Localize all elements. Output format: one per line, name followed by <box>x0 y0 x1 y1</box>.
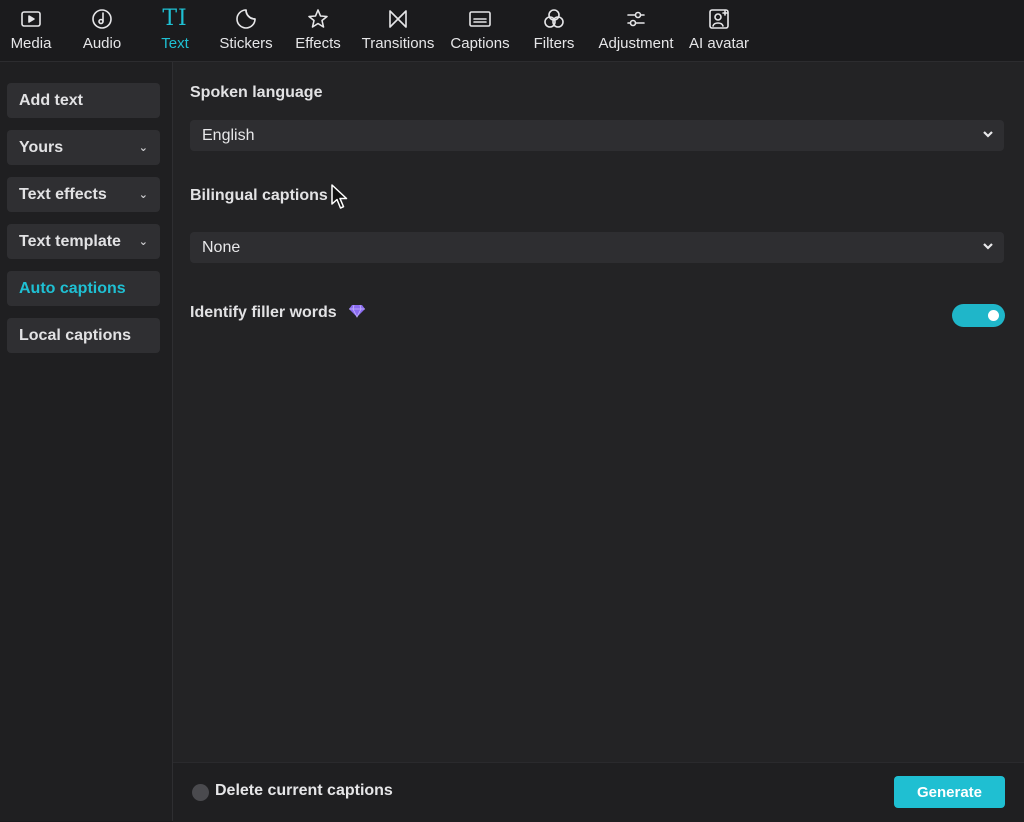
tab-label: Text <box>161 35 189 52</box>
sidebar-item-label: Yours <box>19 138 64 156</box>
sidebar-item-text-effects[interactable]: Text effects ⌄ <box>7 177 160 212</box>
tab-label: Adjustment <box>598 35 674 52</box>
sidebar-item-label: Local captions <box>19 326 132 344</box>
tab-text[interactable]: TI Text <box>156 6 194 56</box>
tab-label: Filters <box>533 35 575 52</box>
filler-words-label: Identify filler words <box>190 304 366 322</box>
bilingual-captions-select[interactable]: None <box>190 232 1004 263</box>
chevron-down-icon: ⌄ <box>138 142 148 154</box>
captions-icon <box>467 6 493 32</box>
tab-label: Effects <box>295 35 341 52</box>
tab-effects[interactable]: Effects <box>293 6 343 56</box>
ai-avatar-icon <box>706 6 732 32</box>
sidebar-item-add-text[interactable]: Add text <box>7 83 160 118</box>
sidebar-item-label: Add text <box>19 91 83 109</box>
delete-captions-checkbox[interactable] <box>192 784 209 801</box>
tab-label: Stickers <box>219 35 273 52</box>
sidebar-item-local-captions[interactable]: Local captions <box>7 318 160 353</box>
chevron-down-icon: ⌄ <box>138 236 148 248</box>
select-value: English <box>202 126 255 144</box>
tab-label: Transitions <box>361 35 435 52</box>
sidebar-item-label: Text template <box>19 232 121 250</box>
audio-icon <box>89 6 115 32</box>
sidebar-item-label: Text effects <box>19 185 107 203</box>
adjustment-icon <box>623 6 649 32</box>
spoken-language-label: Spoken language <box>190 84 323 101</box>
transitions-icon <box>385 6 411 32</box>
tab-label: AI avatar <box>688 35 750 52</box>
tab-transitions[interactable]: Transitions <box>360 6 436 56</box>
stickers-icon <box>233 6 259 32</box>
tab-adjustment[interactable]: Adjustment <box>596 6 676 56</box>
tab-label: Captions <box>450 35 510 52</box>
tab-audio[interactable]: Audio <box>80 6 124 56</box>
text-icon: TI <box>162 6 188 31</box>
chevron-down-icon <box>982 127 994 145</box>
top-toolbar: Media Audio TI Text Stickers Effects Tra… <box>0 0 1024 62</box>
sidebar-item-auto-captions[interactable]: Auto captions <box>7 271 160 306</box>
select-value: None <box>202 238 241 256</box>
filler-words-toggle[interactable] <box>952 304 1005 327</box>
generate-button[interactable]: Generate <box>894 776 1005 808</box>
tab-captions[interactable]: Captions <box>449 6 511 56</box>
spoken-language-select[interactable]: English <box>190 120 1004 151</box>
media-icon <box>18 6 44 32</box>
chevron-down-icon <box>982 239 994 257</box>
filler-words-text: Identify filler words <box>190 304 337 321</box>
bilingual-captions-label: Bilingual captions <box>190 187 328 204</box>
sidebar: Add text Yours ⌄ Text effects ⌄ Text tem… <box>0 62 173 821</box>
tab-media[interactable]: Media <box>9 6 53 56</box>
delete-captions-label[interactable]: Delete current captions <box>215 782 393 800</box>
tab-filters[interactable]: Filters <box>531 6 577 56</box>
toggle-knob <box>988 310 999 321</box>
footer-bar: Delete current captions Generate <box>173 762 1024 822</box>
tab-ai-avatar[interactable]: AI avatar <box>688 6 750 56</box>
tab-label: Media <box>10 35 52 52</box>
tab-stickers[interactable]: Stickers <box>217 6 275 56</box>
filters-icon <box>541 6 567 32</box>
auto-captions-panel: Spoken language English Bilingual captio… <box>173 62 1024 762</box>
tab-label: Audio <box>82 35 122 52</box>
effects-icon <box>305 6 331 32</box>
sidebar-item-yours[interactable]: Yours ⌄ <box>7 130 160 165</box>
premium-gem-icon <box>349 304 366 318</box>
sidebar-item-label: Auto captions <box>19 279 126 297</box>
chevron-down-icon: ⌄ <box>138 189 148 201</box>
sidebar-item-text-template[interactable]: Text template ⌄ <box>7 224 160 259</box>
